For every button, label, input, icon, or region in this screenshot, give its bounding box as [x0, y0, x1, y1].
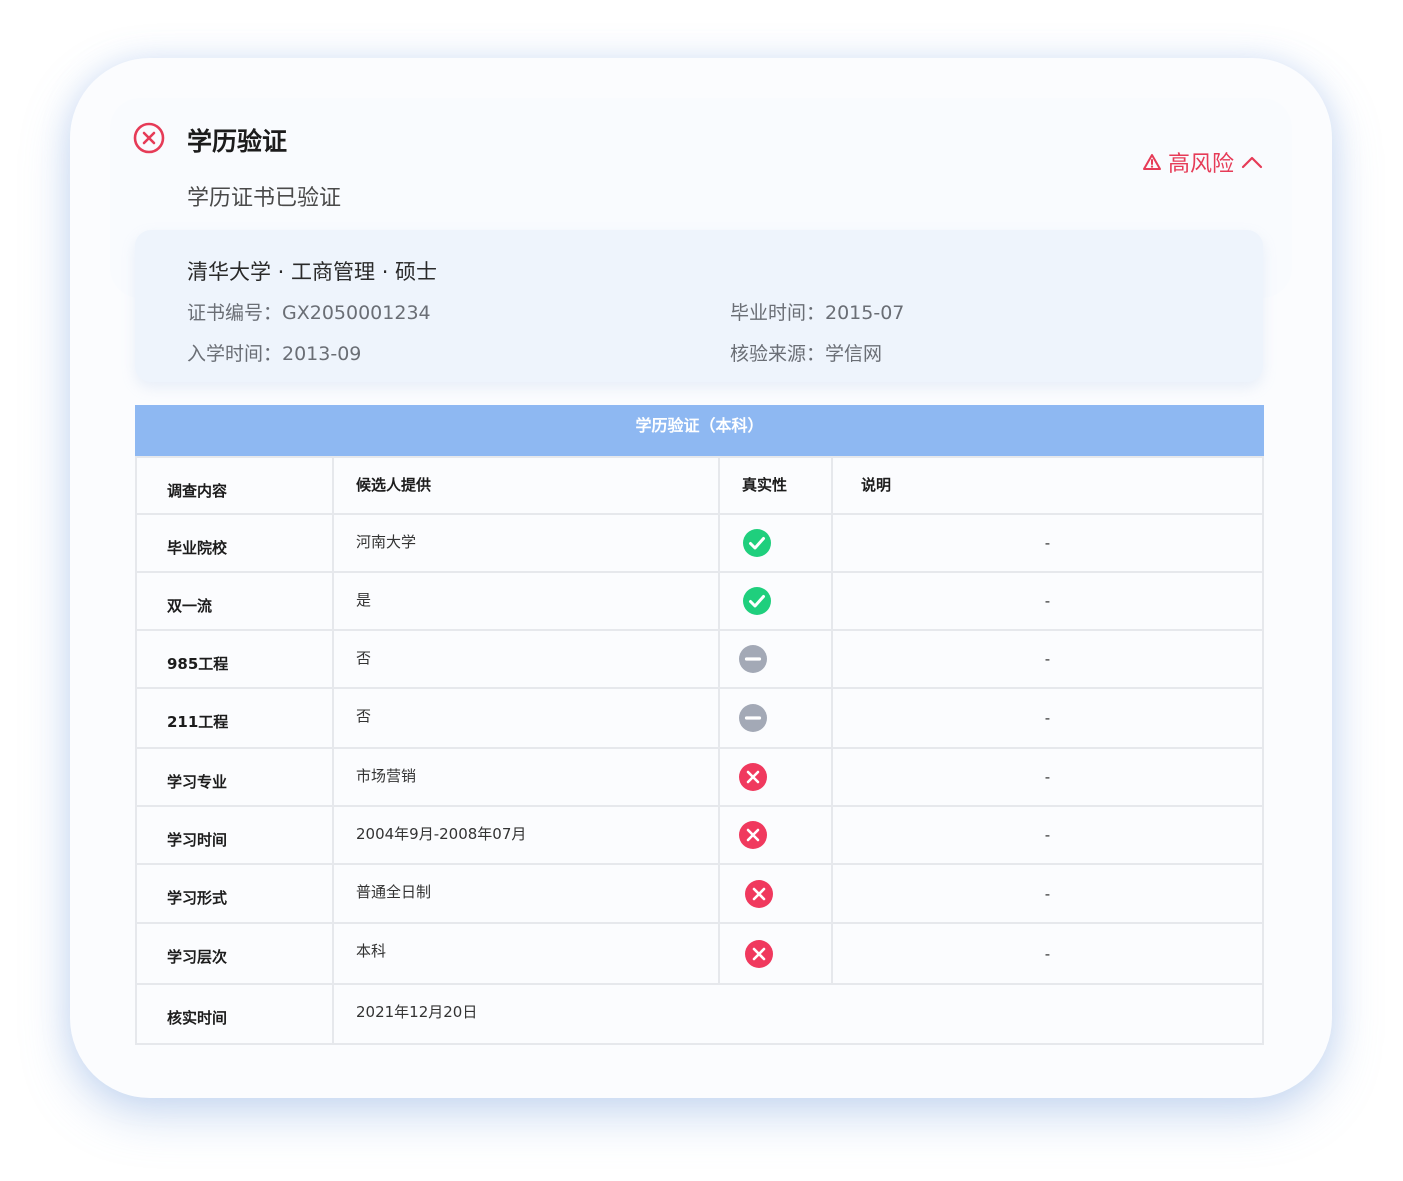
row-provided-value: 是 — [332, 571, 720, 631]
row-note: - — [831, 513, 1264, 573]
row-item: 学习形式 — [135, 863, 334, 924]
table-row: 学习时间 2004年9月-2008年07月 - — [135, 805, 1264, 865]
row-authenticity — [718, 747, 833, 807]
row-item: 985工程 — [135, 629, 334, 689]
x-circle-icon — [738, 820, 831, 850]
risk-label: 高风险 — [1167, 152, 1234, 177]
row-provided-value: 河南大学 — [332, 513, 720, 573]
page-title: 学历验证 — [187, 127, 288, 156]
table-caption: 学历验证（本科） — [135, 405, 1264, 456]
verification-card: 学历验证 学历证书已验证 高风险 清华大学 · 工商管理 · 硕士 证书编号：G… — [70, 58, 1332, 1098]
row-authenticity — [718, 513, 833, 573]
table-header-row: 调查内容 候选人提供 真实性 说明 — [135, 456, 1264, 515]
check-circle-icon — [742, 528, 831, 558]
row-authenticity — [718, 629, 833, 689]
row-authenticity — [718, 571, 833, 631]
table-row: 211工程否 - — [135, 687, 1264, 749]
table-row: 毕业院校 河南大学 - — [135, 513, 1264, 573]
row-provided-value: 否 — [332, 687, 720, 749]
table-row: 双一流是 - — [135, 571, 1264, 631]
row-provided-value: 本科 — [332, 922, 720, 985]
header-note: 说明 — [831, 456, 1264, 515]
row-authenticity — [718, 863, 833, 924]
verification-grid: 调查内容 候选人提供 真实性 说明 毕业院校 河南大学 - 双一流是 -985工程否 -2… — [135, 456, 1264, 1045]
table-row: 学习专业 市场营销 - — [135, 747, 1264, 807]
row-item: 学习时间 — [135, 805, 334, 865]
warning-icon — [1142, 154, 1161, 170]
row-note: - — [831, 805, 1264, 865]
table-row: 学习层次 本科 - — [135, 922, 1264, 985]
row-note: - — [831, 747, 1264, 807]
row-authenticity — [718, 805, 833, 865]
row-provided-value: 2004年9月-2008年07月 — [332, 805, 720, 865]
x-circle-icon — [744, 879, 831, 909]
minus-circle-icon — [738, 703, 831, 733]
row-item: 学习专业 — [135, 747, 334, 807]
row-authenticity — [718, 687, 833, 749]
chevron-up-icon — [1241, 156, 1263, 169]
page-subtitle: 学历证书已验证 — [187, 186, 342, 211]
row-note: - — [831, 629, 1264, 689]
x-circle-icon — [744, 939, 831, 969]
table-row: 学习形式 普通全日制 - — [135, 863, 1264, 924]
row-authenticity — [718, 922, 833, 985]
graduation-time: 毕业时间：2015-07 — [730, 302, 905, 324]
risk-level-toggle[interactable]: 高风险 — [1142, 146, 1264, 178]
degree-summary: 清华大学 · 工商管理 · 硕士 证书编号：GX2050001234 毕业时间：… — [135, 230, 1263, 382]
x-circle-icon — [133, 122, 165, 154]
row-item: 211工程 — [135, 687, 334, 749]
table-footer-row: 核实时间 2021年12月20日 — [135, 983, 1264, 1045]
row-note: - — [831, 571, 1264, 631]
check-circle-icon — [742, 586, 831, 616]
row-item: 毕业院校 — [135, 513, 334, 573]
verification-source: 核验来源：学信网 — [730, 343, 883, 365]
row-item: 学习层次 — [135, 922, 334, 985]
minus-circle-icon — [738, 644, 831, 674]
row-provided-value: 市场营销 — [332, 747, 720, 807]
verify-time-label: 核实时间 — [135, 983, 334, 1045]
header-item: 调查内容 — [135, 456, 334, 515]
row-provided-value: 普通全日制 — [332, 863, 720, 924]
table-row: 985工程否 - — [135, 629, 1264, 689]
row-provided-value: 否 — [332, 629, 720, 689]
verification-table: 学历验证（本科） 调查内容 候选人提供 真实性 说明 毕业院校 河南大学 - 双一流是… — [135, 405, 1264, 1045]
row-note: - — [831, 687, 1264, 749]
degree-headline: 清华大学 · 工商管理 · 硕士 — [187, 260, 438, 284]
row-note: - — [831, 922, 1264, 985]
certificate-number: 证书编号：GX2050001234 — [187, 302, 431, 324]
header-provided: 候选人提供 — [332, 456, 720, 515]
verify-time-value: 2021年12月20日 — [332, 983, 1264, 1045]
row-note: - — [831, 863, 1264, 924]
row-item: 双一流 — [135, 571, 334, 631]
x-circle-icon — [738, 762, 831, 792]
enrollment-time: 入学时间：2013-09 — [187, 343, 362, 365]
header-authenticity: 真实性 — [718, 456, 833, 515]
